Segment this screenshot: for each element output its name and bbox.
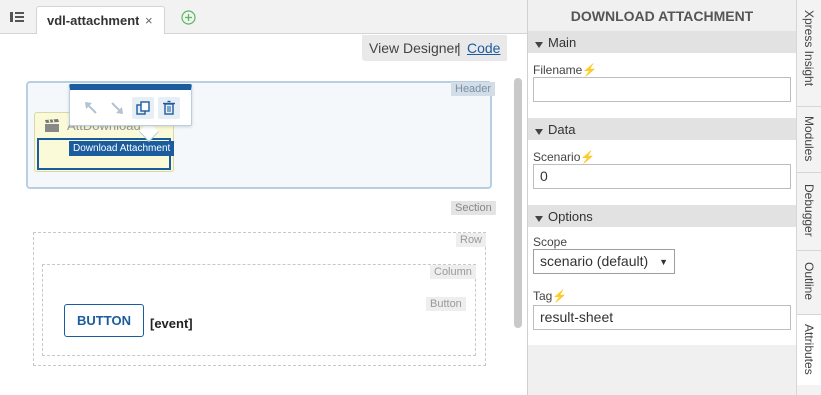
header-region-label: Header: [451, 82, 496, 96]
group-data-body: Scenario⚡ 0: [528, 140, 796, 205]
trash-icon[interactable]: [158, 97, 180, 119]
scope-select-value: scenario (default): [540, 253, 649, 269]
chevron-down-icon: ▼: [659, 257, 668, 267]
copy-icon[interactable]: [132, 97, 154, 119]
dynamic-bolt-icon: ⚡: [580, 150, 596, 164]
editor-tab-bar: vdl-attachment- ×: [0, 0, 528, 34]
group-main-body: Filename⚡: [528, 53, 796, 118]
scenario-input[interactable]: 0: [533, 164, 791, 189]
close-icon[interactable]: ×: [145, 13, 153, 28]
side-tab-modules[interactable]: Modules: [797, 116, 821, 170]
side-tab-xpress-insight[interactable]: Xpress Insight: [797, 10, 821, 110]
component-tag: Download Attachment: [69, 141, 175, 156]
canvas-button[interactable]: BUTTON: [64, 304, 144, 337]
clapperboard-icon: [44, 119, 60, 136]
designer-canvas[interactable]: View Designer | Code Header AttDownload …: [0, 35, 522, 395]
tab-vdl-attachment[interactable]: vdl-attachment- ×: [36, 6, 165, 34]
scenario-label: Scenario⚡: [533, 150, 596, 164]
dynamic-bolt-icon: ⚡: [552, 289, 568, 303]
canvas-scrollbar[interactable]: [514, 78, 522, 328]
side-tab-divider: [797, 250, 821, 251]
tab-label: vdl-attachment-: [47, 13, 139, 28]
filename-input[interactable]: [533, 77, 791, 102]
view-switch-separator: |: [457, 40, 461, 56]
code-link[interactable]: Code: [467, 40, 500, 56]
view-designer-link[interactable]: View Designer: [369, 40, 459, 56]
collapse-icon: [535, 124, 543, 139]
column-region-label: Column: [430, 265, 476, 279]
side-tab-attributes[interactable]: Attributes: [797, 315, 821, 385]
side-tab-divider: [797, 172, 821, 173]
group-options-label: Options: [548, 209, 593, 224]
component-toolbar: [69, 84, 192, 126]
collapse-icon: [535, 37, 543, 52]
add-tab-icon[interactable]: [181, 10, 196, 25]
group-options-body: Scope scenario (default) ▼ Tag⚡ result-s…: [528, 227, 796, 345]
group-data-header[interactable]: Data: [528, 118, 796, 140]
move-up-icon[interactable]: [80, 97, 102, 119]
group-main-label: Main: [548, 35, 577, 50]
tag-input[interactable]: result-sheet: [533, 305, 791, 330]
button-region-label: Button: [426, 297, 466, 311]
tag-label: Tag⚡: [533, 289, 568, 303]
menu-icon[interactable]: [8, 9, 26, 25]
side-tab-debugger[interactable]: Debugger: [797, 184, 821, 246]
dynamic-bolt-icon: ⚡: [582, 63, 598, 77]
scope-select[interactable]: scenario (default) ▼: [533, 249, 675, 274]
collapse-icon: [535, 211, 543, 226]
row-region-label: Row: [456, 233, 487, 247]
move-down-icon[interactable]: [106, 97, 128, 119]
section-region-label: Section: [451, 201, 496, 215]
attributes-panel: DOWNLOAD ATTACHMENT Main Filename⚡ Data …: [528, 0, 796, 395]
side-tab-divider: [797, 106, 821, 107]
scope-label: Scope: [533, 235, 568, 249]
button-event-label: [event]: [150, 316, 193, 331]
side-tab-outline[interactable]: Outline: [797, 262, 821, 308]
side-tab-strip: Xpress Insight Modules Debugger Outline …: [796, 0, 821, 395]
group-options-header[interactable]: Options: [528, 205, 796, 227]
filename-label: Filename⚡: [533, 63, 598, 77]
view-switch: View Designer | Code: [362, 35, 507, 61]
group-data-label: Data: [548, 122, 576, 137]
group-main-header[interactable]: Main: [528, 31, 796, 53]
panel-title: DOWNLOAD ATTACHMENT: [570, 8, 754, 24]
